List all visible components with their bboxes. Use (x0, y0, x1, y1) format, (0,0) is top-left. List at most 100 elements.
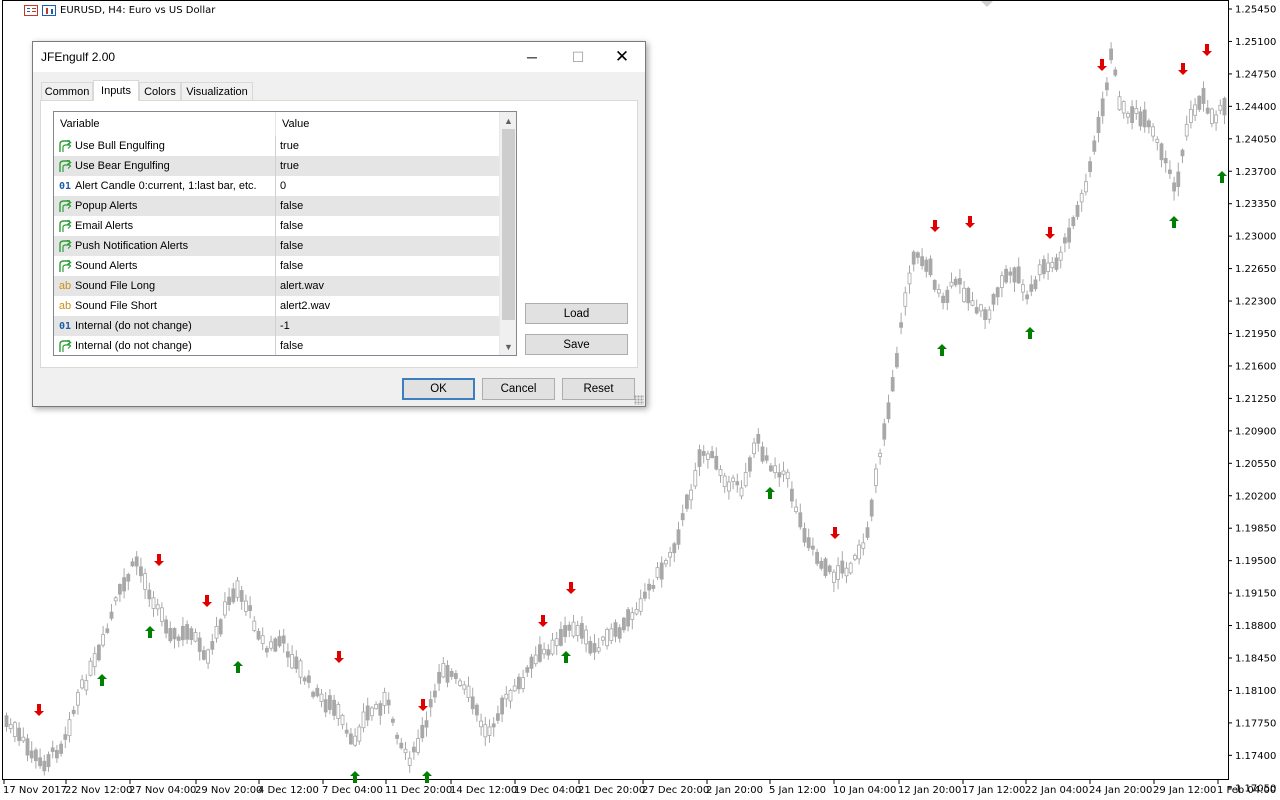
candle-body (710, 451, 714, 458)
candle-body (315, 687, 320, 697)
candle-body (596, 647, 601, 652)
candle-body (306, 675, 311, 683)
candle-body (462, 684, 467, 690)
candle-body (281, 635, 286, 644)
value-cell[interactable]: alert.wav (276, 276, 499, 296)
candle-body (932, 279, 937, 290)
candle-body (311, 691, 316, 697)
candle-body (437, 671, 442, 684)
candle-body (701, 451, 706, 456)
variable-name: Email Alerts (75, 220, 134, 232)
tab-visualization[interactable]: Visualization (181, 82, 253, 100)
price-label: 1.21600 (1235, 361, 1276, 372)
candle-body (1172, 182, 1176, 192)
candle-body (861, 542, 866, 549)
grid-row[interactable]: Email Alerts false (54, 216, 499, 236)
minimize-icon[interactable]: ─ (509, 42, 555, 72)
candle-body (907, 272, 912, 285)
value-cell[interactable]: -1 (276, 316, 499, 336)
resize-grip[interactable] (634, 395, 644, 405)
load-button[interactable]: Load (525, 303, 628, 324)
value-cell[interactable]: alert2.wav (276, 296, 499, 316)
close-icon[interactable]: ✕ (599, 42, 645, 72)
variable-name: Alert Candle 0:current, 1:last bar, etc. (75, 180, 257, 192)
value-cell[interactable]: false (276, 216, 499, 236)
cancel-button[interactable]: Cancel (482, 378, 555, 400)
candle-body (63, 734, 68, 740)
grid-row[interactable]: ab Sound File Long alert.wav (54, 276, 499, 296)
ok-button[interactable]: OK (402, 378, 475, 400)
grid-row[interactable]: Push Notification Alerts false (54, 236, 499, 256)
candle-body (714, 455, 719, 470)
value-cell[interactable]: false (276, 196, 499, 216)
candle-body (420, 724, 425, 739)
inputs-grid[interactable]: Variable Value Use Bull Engulfing true Use… (53, 111, 517, 356)
candle-body (924, 259, 929, 272)
indicator-properties-dialog[interactable]: JFEngulf 2.00 ─ ☐ ✕ Common Inputs Colors… (32, 41, 646, 407)
candle-body (630, 612, 635, 620)
candle-body (958, 278, 962, 285)
candle-body (252, 620, 257, 631)
tab-colors[interactable]: Colors (139, 82, 181, 100)
candle-body (235, 580, 240, 598)
candle-body (143, 573, 148, 590)
grid-row[interactable]: 01 Internal (do not change) -1 (54, 316, 499, 336)
price-label: 1.21950 (1235, 329, 1276, 340)
tab-inputs[interactable]: Inputs (93, 80, 139, 101)
reset-button[interactable]: Reset (562, 378, 635, 400)
price-label: 1.19150 (1235, 589, 1276, 600)
grid-row[interactable]: Popup Alerts false (54, 196, 499, 216)
grid-row[interactable]: 01 Alert Candle 0:current, 1:last bar, et… (54, 176, 499, 196)
grid-row[interactable]: Use Bear Engulfing true (54, 156, 499, 176)
chart-shift-icon[interactable] (981, 1, 993, 7)
grid-row[interactable]: Sound Alerts false (54, 256, 499, 276)
candle-body (483, 724, 488, 738)
value-cell[interactable]: 0 (276, 176, 499, 196)
scroll-down-icon[interactable]: ▼ (500, 338, 516, 355)
candle-body (361, 711, 366, 729)
candle-body (1138, 111, 1143, 127)
dialog-titlebar[interactable]: JFEngulf 2.00 ─ ☐ ✕ (33, 42, 645, 72)
tab-common[interactable]: Common (41, 82, 93, 100)
value-cell[interactable]: true (276, 136, 499, 156)
candle-body (500, 697, 505, 715)
value-cell[interactable]: false (276, 336, 499, 355)
bool-icon (57, 239, 73, 253)
candle-body (823, 558, 828, 576)
candle-body (42, 760, 47, 772)
column-header-value[interactable]: Value (276, 112, 499, 136)
scroll-thumb[interactable] (502, 129, 515, 320)
candle-body (432, 690, 437, 698)
column-header-variable[interactable]: Variable (54, 112, 276, 136)
time-label: 17 Jan 12:00 (962, 785, 1025, 796)
maximize-icon[interactable]: ☐ (555, 42, 601, 72)
grid-row[interactable]: Use Bull Engulfing true (54, 136, 499, 156)
bool-icon (57, 159, 73, 173)
grid-row[interactable]: ab Sound File Short alert2.wav (54, 296, 499, 316)
candle-body (689, 489, 693, 501)
candle-body (903, 292, 908, 307)
value-cell[interactable]: false (276, 256, 499, 276)
save-button[interactable]: Save (525, 334, 628, 355)
candle-body (588, 640, 593, 654)
chart-menu-icon[interactable] (24, 5, 38, 16)
time-label: 14 Dec 12:00 (450, 785, 517, 796)
grid-scrollbar[interactable]: ▲ ▼ (499, 112, 516, 355)
candle-body (1147, 120, 1151, 128)
price-label: 1.20550 (1235, 459, 1276, 470)
bear-engulfing-arrow-icon (418, 699, 428, 711)
chart-type-icon[interactable] (42, 5, 56, 16)
bull-engulfing-arrow-icon (1169, 216, 1179, 228)
candle-body (151, 597, 156, 609)
candle-body (193, 632, 198, 642)
value-cell[interactable]: true (276, 156, 499, 176)
candle-body (1004, 268, 1008, 283)
candle-body (1205, 107, 1210, 114)
value-cell[interactable]: false (276, 236, 499, 256)
candle-body (634, 608, 639, 615)
candle-body (327, 695, 332, 710)
grid-row[interactable]: Internal (do not change) false (54, 336, 499, 355)
candle-body (1071, 217, 1076, 227)
scroll-up-icon[interactable]: ▲ (500, 112, 516, 129)
candle-body (567, 624, 572, 631)
